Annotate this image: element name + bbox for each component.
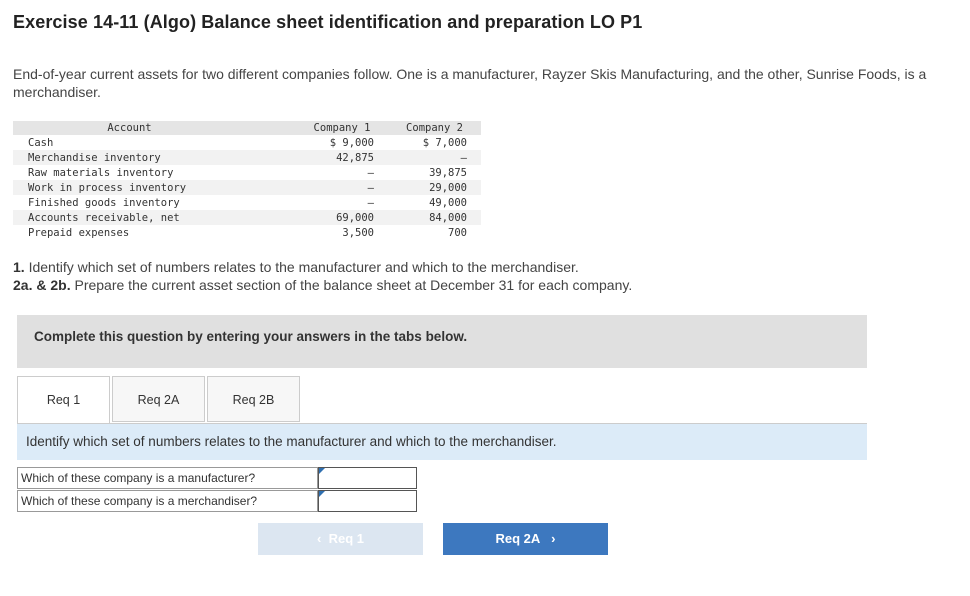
company-1-value: – <box>367 196 374 209</box>
manufacturer-question-label: Which of these company is a manufacturer… <box>17 467 318 489</box>
company-2-value: 700 <box>448 226 467 239</box>
company-2-value: 49,000 <box>429 196 467 209</box>
account-name: Merchandise inventory <box>13 150 296 165</box>
dropdown-indicator-icon <box>319 468 325 474</box>
header-account: Account <box>13 121 296 135</box>
next-req-button[interactable]: Req 2A › <box>443 523 608 555</box>
account-name: Prepaid expenses <box>28 226 130 239</box>
header-company-1: Company 1 <box>296 121 388 135</box>
intro-text: End-of-year current assets for two diffe… <box>13 66 927 100</box>
chevron-right-icon: › <box>551 531 556 546</box>
question-list: 1. Identify which set of numbers relates… <box>13 258 632 294</box>
manufacturer-answer-select[interactable] <box>318 467 417 489</box>
previous-req-label: Req 1 <box>328 531 364 546</box>
company-2-value: 39,875 <box>429 166 467 179</box>
instructions-banner: Complete this question by entering your … <box>17 315 867 368</box>
table-row: Raw materials inventory – 39,875 <box>13 165 481 180</box>
company-2-value: – <box>388 150 481 165</box>
table-row: Finished goods inventory – 49,000 <box>13 195 481 210</box>
answer-row-manufacturer: Which of these company is a manufacturer… <box>17 467 417 489</box>
merchandiser-question-label: Which of these company is a merchandiser… <box>17 490 318 512</box>
account-name: Cash <box>28 136 54 149</box>
chevron-left-icon: ‹ <box>317 531 322 546</box>
question-1-number: 1. <box>13 259 25 275</box>
company-1-value: 42,875 <box>296 150 388 165</box>
table-header-row: Account Company 1 Company 2 <box>13 121 481 135</box>
dropdown-indicator-icon <box>319 491 325 497</box>
tab-req-2a[interactable]: Req 2A <box>112 376 205 422</box>
question-1: 1. Identify which set of numbers relates… <box>13 258 632 276</box>
question-2-text: Prepare the current asset section of the… <box>70 277 633 293</box>
company-1-value: – <box>367 166 374 179</box>
company-2-value: $ 7,000 <box>422 136 467 149</box>
tab-req-2b[interactable]: Req 2B <box>207 376 300 422</box>
company-2-value: 84,000 <box>388 210 481 225</box>
page-title: Exercise 14-11 (Algo) Balance sheet iden… <box>13 12 643 32</box>
answer-row-merchandiser: Which of these company is a merchandiser… <box>17 490 417 512</box>
account-name: Finished goods inventory <box>28 196 180 209</box>
table-row: Cash $ 9,000 $ 7,000 <box>13 135 481 150</box>
tab-req-1[interactable]: Req 1 <box>17 376 110 424</box>
account-name: Accounts receivable, net <box>13 210 296 225</box>
requirement-instruction: Identify which set of numbers relates to… <box>17 424 867 460</box>
question-2: 2a. & 2b. Prepare the current asset sect… <box>13 276 632 294</box>
company-1-value: 3,500 <box>342 226 374 239</box>
table-row: Prepaid expenses 3,500 700 <box>13 225 481 240</box>
merchandiser-answer-select[interactable] <box>318 490 417 512</box>
company-1-value: $ 9,000 <box>329 136 374 149</box>
question-2-number: 2a. & 2b. <box>13 277 71 293</box>
current-assets-table: Account Company 1 Company 2 Cash $ 9,000… <box>13 121 481 240</box>
table-row: Merchandise inventory 42,875 – <box>13 150 481 165</box>
account-name: Raw materials inventory <box>28 166 174 179</box>
previous-req-button[interactable]: ‹ Req 1 <box>258 523 423 555</box>
company-2-value: 29,000 <box>388 180 481 195</box>
company-1-value: – <box>296 180 388 195</box>
next-req-label: Req 2A <box>495 531 541 546</box>
header-company-2: Company 2 <box>388 121 481 135</box>
table-row: Work in process inventory – 29,000 <box>13 180 481 195</box>
table-row: Accounts receivable, net 69,000 84,000 <box>13 210 481 225</box>
account-name: Work in process inventory <box>13 180 296 195</box>
question-1-text: Identify which set of numbers relates to… <box>24 259 579 275</box>
company-1-value: 69,000 <box>296 210 388 225</box>
